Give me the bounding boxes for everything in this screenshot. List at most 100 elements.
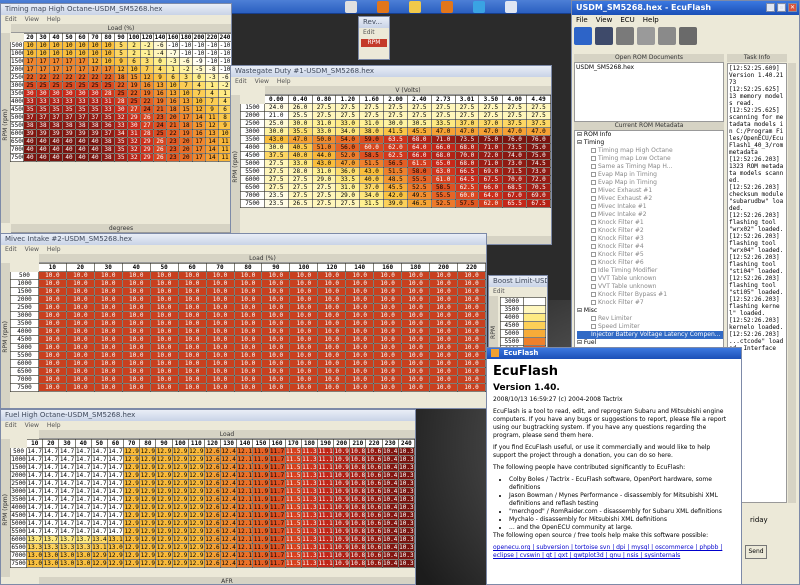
table-cell[interactable]: 13.3 (42, 543, 60, 552)
table-cell[interactable]: 33 (36, 97, 50, 106)
table-cell[interactable]: 10.0 (401, 319, 431, 328)
table-cell[interactable]: 43.0 (311, 159, 337, 168)
table-cell[interactable]: -1 (140, 49, 154, 58)
tree-group[interactable]: ⊟ Timing (577, 139, 723, 147)
table-cell[interactable]: 37 (23, 113, 37, 122)
table-cell[interactable]: 10 (166, 81, 180, 90)
table-cell[interactable]: 62.0 (478, 199, 504, 208)
checkbox[interactable] (591, 300, 596, 305)
table-cell[interactable]: 12.4 (220, 447, 238, 456)
table-cell[interactable]: 64.5 (454, 175, 480, 184)
table-cell[interactable]: 75.0 (526, 151, 551, 160)
table-cell[interactable]: 10.9 (333, 455, 351, 464)
table-cell[interactable]: 14.7 (90, 463, 108, 472)
table-cell[interactable]: 10.0 (317, 367, 347, 376)
table-cell[interactable]: 10.0 (373, 375, 403, 384)
table-cell[interactable]: 14.7 (26, 511, 44, 520)
table-cell[interactable]: 13.0 (58, 559, 76, 568)
table-cell[interactable]: 22 (101, 73, 115, 82)
table-cell[interactable]: 40 (75, 145, 89, 154)
table-cell[interactable]: 10.0 (177, 335, 207, 344)
table-cell[interactable]: 22 (36, 73, 50, 82)
table-cell[interactable]: 12.9 (187, 519, 205, 528)
table-cell[interactable]: 11.3 (300, 487, 318, 496)
table-cell[interactable]: 27.5 (311, 103, 337, 112)
window-title[interactable]: Boost Limit-USD... (489, 276, 547, 287)
table-cell[interactable]: 11.3 (300, 503, 318, 512)
table-cell[interactable]: 10.0 (121, 335, 151, 344)
table-cell[interactable]: 12.6 (203, 519, 222, 528)
table-cell[interactable]: 11.9 (252, 527, 270, 536)
table-cell[interactable]: 21.0 (263, 111, 289, 120)
table-cell[interactable]: 14.7 (58, 479, 76, 488)
table-cell[interactable]: 10.0 (65, 295, 95, 304)
window-title[interactable]: Fuel High Octane-USDM_SM5268.hex (1, 410, 415, 421)
table-cell[interactable]: 75.0 (526, 143, 551, 152)
table-cell[interactable]: -3 (205, 73, 219, 82)
table-cell[interactable]: 33.0 (287, 159, 313, 168)
table-cell[interactable]: 10.8 (349, 487, 367, 496)
table-cell[interactable]: 10.0 (149, 271, 179, 280)
table-cell[interactable]: 10.0 (233, 351, 263, 360)
table-cell[interactable]: 10.0 (401, 359, 431, 368)
table-cell[interactable]: 12.9 (171, 519, 189, 528)
table-cell[interactable]: 62.5 (454, 183, 480, 192)
table-cell[interactable]: 12.9 (123, 551, 141, 560)
table-cell[interactable]: 10.0 (65, 271, 95, 280)
table-cell[interactable]: 12 (114, 65, 128, 74)
table-cell[interactable]: 41.5 (383, 127, 408, 136)
table-cell[interactable]: 10.0 (289, 287, 319, 296)
table-cell[interactable]: 12.9 (187, 535, 205, 544)
table-cell[interactable]: 39 (23, 129, 37, 138)
table-cell[interactable]: 25 (23, 81, 37, 90)
table-cell[interactable]: 12.4 (220, 535, 238, 544)
table-cell[interactable]: 26.0 (287, 103, 313, 112)
table-cell[interactable]: 23.5 (263, 199, 289, 208)
table-cell[interactable]: 12.9 (123, 471, 141, 480)
table-cell[interactable]: 12 (88, 57, 102, 66)
table-cell[interactable]: 10.0 (345, 343, 375, 352)
table-cell[interactable]: 10.3 (397, 487, 415, 496)
tree-item[interactable]: Mivec Intake #2 (577, 211, 723, 219)
menu-item-help[interactable]: Help (47, 422, 61, 429)
table-cell[interactable]: 14.7 (90, 471, 108, 480)
table-cell[interactable]: 12.6 (203, 559, 222, 568)
table-cell[interactable]: 10.0 (401, 295, 431, 304)
table-cell[interactable]: 71.0 (478, 143, 504, 152)
table-cell[interactable]: 24 (153, 121, 167, 130)
table-cell[interactable]: 38 (23, 121, 37, 130)
table-cell[interactable]: 10.0 (317, 383, 347, 392)
table-cell[interactable]: 14.7 (74, 519, 92, 528)
table-cell[interactable]: 10.0 (457, 383, 486, 392)
table-cell[interactable]: 11.3 (300, 495, 318, 504)
table-cell[interactable]: 27.5 (335, 103, 361, 112)
table-cell[interactable]: 12.6 (203, 463, 222, 472)
table-cell[interactable]: 60.0 (359, 143, 385, 152)
table-cell[interactable]: 10.0 (289, 367, 319, 376)
window-title[interactable]: Rev... (359, 17, 389, 28)
table-cell[interactable]: 76.0 (502, 135, 528, 144)
table-cell[interactable]: 10.0 (37, 351, 67, 360)
table-cell[interactable]: -10 (205, 49, 219, 58)
table-cell[interactable]: 10.0 (261, 343, 291, 352)
table-cell[interactable]: -9 (192, 57, 206, 66)
table-cell[interactable]: 10 (101, 49, 115, 58)
table-cell[interactable]: 10.6 (365, 527, 383, 536)
table-cell[interactable]: 12.9 (171, 527, 189, 536)
table-cell[interactable]: 11.3 (300, 479, 318, 488)
table-cell[interactable]: 11.3 (300, 471, 318, 480)
table-cell[interactable]: 10.0 (121, 327, 151, 336)
table-cell[interactable]: 14.7 (90, 447, 108, 456)
table-cell[interactable]: 10.0 (457, 359, 486, 368)
table-cell[interactable]: 11.7 (268, 479, 286, 488)
table-cell[interactable]: 11.5 (284, 447, 302, 456)
table-cell[interactable]: 10.0 (65, 319, 95, 328)
table-cell[interactable]: 12.9 (155, 519, 173, 528)
tree-item[interactable]: Knock Filter Bypass #1 (577, 291, 723, 299)
table-cell[interactable]: 14.7 (74, 463, 92, 472)
checkbox[interactable] (591, 252, 596, 257)
table-cell[interactable]: 10.0 (121, 295, 151, 304)
tree-item[interactable]: Knock Filter #7 (577, 299, 723, 307)
table-cell[interactable]: 12.9 (139, 471, 157, 480)
table-cell[interactable]: 13.0 (106, 543, 125, 552)
